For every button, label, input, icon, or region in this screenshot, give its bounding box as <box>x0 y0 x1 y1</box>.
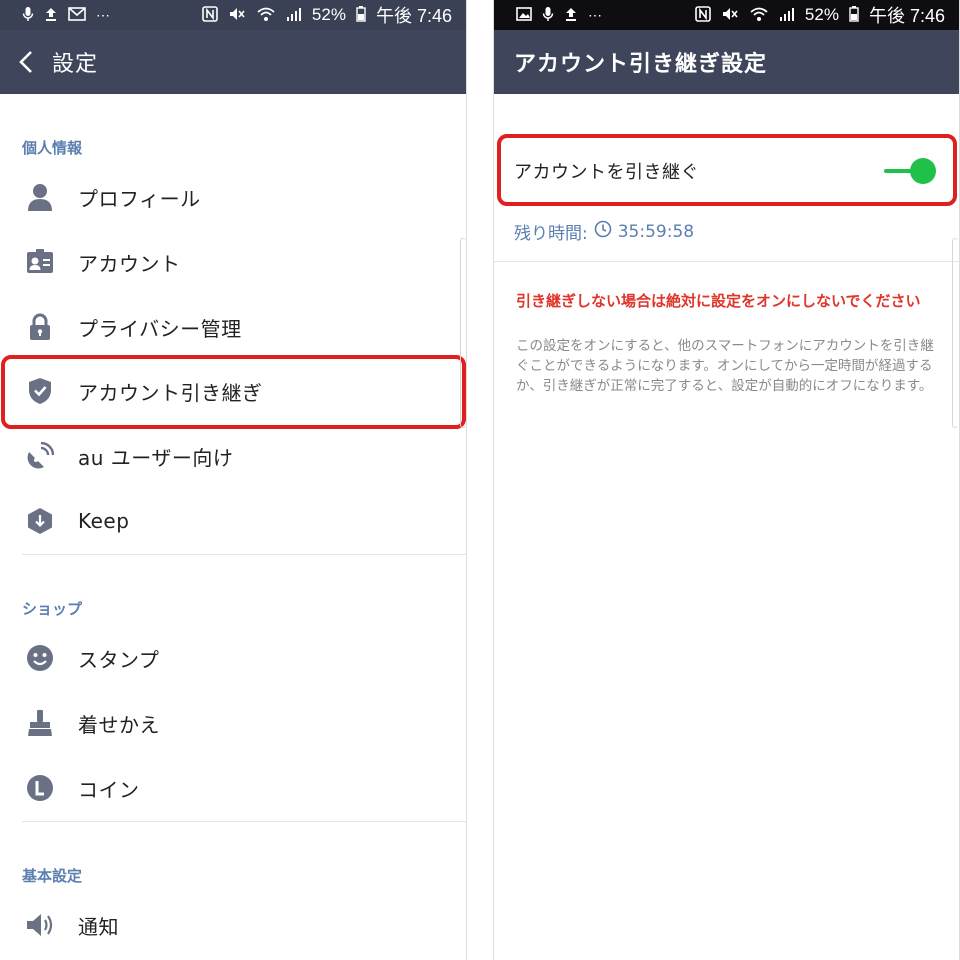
section-header-personal: 個人情報 <box>22 139 83 157</box>
menu-item-privacy[interactable]: プライバシー管理 <box>0 295 466 359</box>
battery-icon <box>849 6 859 24</box>
remaining-time: 残り時間: 35:59:58 <box>514 219 694 244</box>
wifi-icon <box>749 6 769 24</box>
warning-text: 引き継ぎしない場合は絶対に設定をオンにしないでください <box>516 292 921 310</box>
menu-item-coins[interactable]: コイン <box>0 756 466 820</box>
mute-icon <box>228 6 246 24</box>
satellite-dish-icon <box>20 436 60 476</box>
settings-screen: ⋯ 52% 午後 7:46 設定 個人情報 プロフィール アカウント プライバシ… <box>0 0 467 960</box>
nfc-icon <box>695 6 711 24</box>
page-title: 設定 <box>52 52 99 77</box>
wifi-icon <box>256 6 276 24</box>
lock-icon <box>20 307 60 347</box>
menu-item-account[interactable]: アカウント <box>0 230 466 294</box>
menu-item-au-user[interactable]: au ユーザー向け <box>0 424 466 488</box>
signal-icon <box>779 6 795 24</box>
id-card-icon <box>20 242 60 282</box>
status-bar: ⋯ 52% 午後 7:46 <box>0 0 466 30</box>
highlight-box <box>497 134 957 206</box>
battery-percent: 52% <box>311 5 346 24</box>
nfc-icon <box>202 6 218 24</box>
more-notifications-icon: ⋯ <box>588 7 602 23</box>
scroll-edge <box>952 238 958 428</box>
remaining-time-value: 35:59:58 <box>617 221 695 242</box>
more-notifications-icon: ⋯ <box>96 7 110 23</box>
navigation-bar: アカウント引き継ぎ設定 <box>494 30 959 94</box>
signal-icon <box>286 6 302 24</box>
section-divider <box>22 821 466 822</box>
microphone-icon <box>22 6 34 24</box>
clock-icon <box>594 220 612 243</box>
person-icon <box>20 177 60 217</box>
section-divider <box>22 554 466 555</box>
upload-icon <box>44 6 58 24</box>
mute-icon <box>721 6 739 24</box>
clock: 午後 7:46 <box>375 6 452 26</box>
menu-item-stickers[interactable]: スタンプ <box>0 626 466 690</box>
menu-item-profile[interactable]: プロフィール <box>0 165 466 229</box>
section-header-shop: ショップ <box>22 600 83 618</box>
smiley-icon <box>20 638 60 678</box>
brush-icon <box>20 703 60 743</box>
screen-gap <box>467 0 493 960</box>
image-icon <box>516 7 532 23</box>
menu-item-notifications[interactable]: 通知 <box>0 893 466 957</box>
menu-item-keep[interactable]: Keep <box>0 489 466 553</box>
scroll-edge <box>460 238 466 428</box>
section-divider <box>494 261 959 262</box>
page-title: アカウント引き継ぎ設定 <box>514 52 768 77</box>
upload-icon <box>564 6 578 24</box>
navigation-bar: 設定 <box>0 30 466 94</box>
menu-item-themes[interactable]: 着せかえ <box>0 691 466 755</box>
back-arrow-icon[interactable] <box>0 30 52 94</box>
description-text: この設定をオンにすると、他のスマートフォンにアカウントを引き継ぐことができるよう… <box>516 338 934 394</box>
battery-percent: 52% <box>804 5 839 24</box>
microphone-icon <box>542 6 554 24</box>
mail-icon <box>68 7 86 23</box>
section-header-basic: 基本設定 <box>22 867 83 885</box>
battery-icon <box>356 6 366 24</box>
coin-icon <box>20 768 60 808</box>
speaker-icon <box>20 905 60 945</box>
keep-hexagon-icon <box>20 501 60 541</box>
account-transfer-screen: ⋯ 52% 午後 7:46 アカウント引き継ぎ設定 アカウントを引き継ぐ 残り時… <box>493 0 960 960</box>
remaining-time-label: 残り時間: <box>514 224 588 244</box>
highlight-box <box>1 355 466 429</box>
clock: 午後 7:46 <box>868 6 945 26</box>
status-bar: ⋯ 52% 午後 7:46 <box>494 0 959 30</box>
